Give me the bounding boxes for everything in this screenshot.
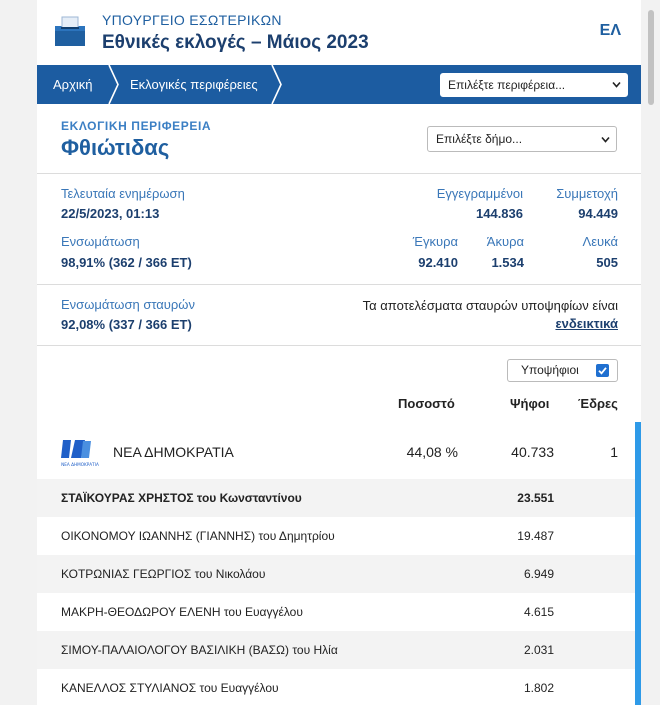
candidate-votes: 1.802 — [523, 681, 554, 695]
registered-value: 144.836 — [476, 206, 523, 221]
invalid-value: 1.534 — [491, 255, 524, 270]
candidate-name: ΣΙΜΟΥ-ΠΑΛΑΙΟΛΟΓΟΥ ΒΑΣΙΛΙΚΗ (ΒΑΣΩ) του Ηλ… — [61, 643, 338, 657]
chevron-down-icon — [601, 136, 610, 143]
municipality-select-value: Επιλέξτε δήμο... — [436, 132, 523, 146]
last-update-value: 22/5/2023, 01:13 — [61, 206, 160, 221]
region-select-value: Επιλέξτε περιφέρεια... — [448, 78, 566, 92]
site-header: ΥΠΟΥΡΓΕΙΟ ΕΣΩΤΕΡΙΚΩΝ Εθνικές εκλογές – Μ… — [37, 0, 641, 65]
candidate-name: ΜΑΚΡΗ-ΘΕΟΔΩΡΟΥ ΕΛΕΝΗ του Ευαγγέλου — [61, 605, 303, 619]
breadcrumb-separator-icon — [271, 65, 282, 104]
candidate-name: ΚΑΝΕΛΛΟΣ ΣΤΥΛΙΑΝΟΣ του Ευαγγέλου — [61, 681, 279, 695]
region-name: Φθιώτιδας — [61, 135, 170, 160]
candidate-list: ΣΤΑΪΚΟΥΡΑΣ ΧΡΗΣΤΟΣ του Κωνσταντίνου 23.5… — [37, 479, 641, 705]
last-update-label: Τελευταία ενημέρωση — [61, 186, 185, 201]
column-header-votes: Ψήφοι — [510, 396, 550, 411]
indicative-note-text: Τα αποτελέσματα σταυρών υποψηφίων είναι — [362, 298, 618, 313]
integration-label: Ενσωμάτωση — [61, 234, 140, 249]
party-votes: 40.733 — [511, 444, 554, 460]
candidate-row[interactable]: ΚΟΤΡΩΝΙΑΣ ΓΕΩΡΓΙΟΣ του Νικολάου 6.949 — [37, 555, 641, 593]
municipality-select[interactable]: Επιλέξτε δήμο... — [427, 126, 617, 152]
integration-value: 98,91% (362 / 366 ΕΤ) — [61, 255, 192, 270]
candidate-name: ΣΤΑΪΚΟΥΡΑΣ ΧΡΗΣΤΟΣ του Κωνσταντίνου — [61, 491, 302, 505]
candidate-votes: 19.487 — [517, 529, 554, 543]
candidate-votes: 4.615 — [523, 605, 554, 619]
divider — [37, 284, 641, 285]
party-name: ΝΕΑ ΔΗΜΟΚΡΑΤΙΑ — [113, 444, 234, 460]
column-header-percent: Ποσοστό — [398, 396, 455, 411]
candidate-row[interactable]: ΜΑΚΡΗ-ΘΕΟΔΩΡΟΥ ΕΛΕΝΗ του Ευαγγέλου 4.615 — [37, 593, 641, 631]
blank-label: Λευκά — [582, 234, 618, 249]
turnout-value: 94.449 — [578, 206, 618, 221]
breadcrumb: Αρχική Εκλογικές περιφέρειες Επιλέξτε πε… — [37, 65, 641, 104]
blank-value: 505 — [596, 255, 618, 270]
candidate-votes: 23.551 — [517, 491, 554, 505]
candidates-checkbox[interactable] — [596, 364, 609, 377]
candidate-row[interactable]: ΣΙΜΟΥ-ΠΑΛΑΙΟΛΟΓΟΥ ΒΑΣΙΛΙΚΗ (ΒΑΣΩ) του Ηλ… — [37, 631, 641, 669]
results-panel: Υποψήφιοι Ποσοστό Ψήφοι Έδρες ΝΕΑ ΔΗΜΟΚΡ… — [37, 346, 641, 705]
breadcrumb-home-link[interactable]: Αρχική — [53, 65, 93, 104]
breadcrumb-separator-icon — [108, 65, 119, 104]
candidate-row[interactable]: ΚΑΝΕΛΛΟΣ ΣΤΥΛΙΑΝΟΣ του Ευαγγέλου 1.802 — [37, 669, 641, 705]
cross-integration-label: Ενσωμάτωση σταυρών — [61, 297, 195, 312]
party-logo: ΝΕΑ ΔΗΜΟΚΡΑΤΙΑ — [61, 440, 99, 467]
candidate-name: ΟΙΚΟΝΟΜΟΥ ΙΩΑΝΝΗΣ (ΓΙΑΝΝΗΣ) του Δημητρίο… — [61, 529, 335, 543]
browser-frame: ΥΠΟΥΡΓΕΙΟ ΕΣΩΤΕΡΙΚΩΝ Εθνικές εκλογές – Μ… — [0, 0, 660, 705]
cross-integration-value: 92,08% (337 / 366 ΕΤ) — [61, 317, 192, 332]
results-page: ΥΠΟΥΡΓΕΙΟ ΕΣΩΤΕΡΙΚΩΝ Εθνικές εκλογές – Μ… — [37, 0, 641, 705]
candidate-name: ΚΟΤΡΩΝΙΑΣ ΓΕΩΡΓΙΟΣ του Νικολάου — [61, 567, 266, 581]
results-scrollbar[interactable] — [635, 422, 641, 705]
party-row[interactable]: ΝΕΑ ΔΗΜΟΚΡΑΤΙΑ ΝΕΑ ΔΗΜΟΚΡΑΤΙΑ 44,08 % 40… — [37, 430, 641, 480]
candidates-toggle-label: Υποψήφιοι — [521, 363, 579, 377]
candidate-votes: 6.949 — [523, 567, 554, 581]
region-select[interactable]: Επιλέξτε περιφέρεια... — [440, 73, 628, 97]
valid-value: 92.410 — [418, 255, 458, 270]
registered-label: Εγγεγραμμένοι — [436, 186, 523, 201]
candidates-toggle[interactable]: Υποψήφιοι — [507, 359, 618, 382]
candidate-row[interactable]: ΣΤΑΪΚΟΥΡΑΣ ΧΡΗΣΤΟΣ του Κωνσταντίνου 23.5… — [37, 479, 641, 517]
region-label: ΕΚΛΟΓΙΚΗ ΠΕΡΙΦΕΡΕΙΑ — [61, 119, 212, 133]
chevron-down-icon — [612, 81, 621, 88]
column-header-seats: Έδρες — [578, 396, 618, 411]
indicative-note: Τα αποτελέσματα σταυρών υποψηφίων είναι … — [318, 297, 618, 333]
candidate-votes: 2.031 — [523, 643, 554, 657]
indicative-link[interactable]: ενδεικτικά — [318, 315, 618, 333]
election-title: Εθνικές εκλογές – Μάιος 2023 — [102, 32, 369, 53]
valid-label: Έγκυρα — [412, 234, 458, 249]
divider — [37, 173, 641, 174]
page-scrollbar[interactable] — [648, 10, 654, 105]
party-logo-caption: ΝΕΑ ΔΗΜΟΚΡΑΤΙΑ — [61, 462, 99, 467]
invalid-label: Άκυρα — [486, 234, 524, 249]
check-icon — [598, 367, 607, 375]
party-percent: 44,08 % — [406, 444, 458, 460]
party-seats: 1 — [610, 444, 618, 460]
candidate-row[interactable]: ΟΙΚΟΝΟΜΟΥ ΙΩΑΝΝΗΣ (ΓΙΑΝΝΗΣ) του Δημητρίο… — [37, 517, 641, 555]
ministry-name: ΥΠΟΥΡΓΕΙΟ ΕΣΩΤΕΡΙΚΩΝ — [102, 12, 282, 28]
ballot-box-icon — [55, 16, 85, 46]
turnout-label: Συμμετοχή — [556, 186, 618, 201]
breadcrumb-regions-link[interactable]: Εκλογικές περιφέρειες — [130, 65, 258, 104]
language-switch[interactable]: ΕΛ — [600, 22, 621, 40]
